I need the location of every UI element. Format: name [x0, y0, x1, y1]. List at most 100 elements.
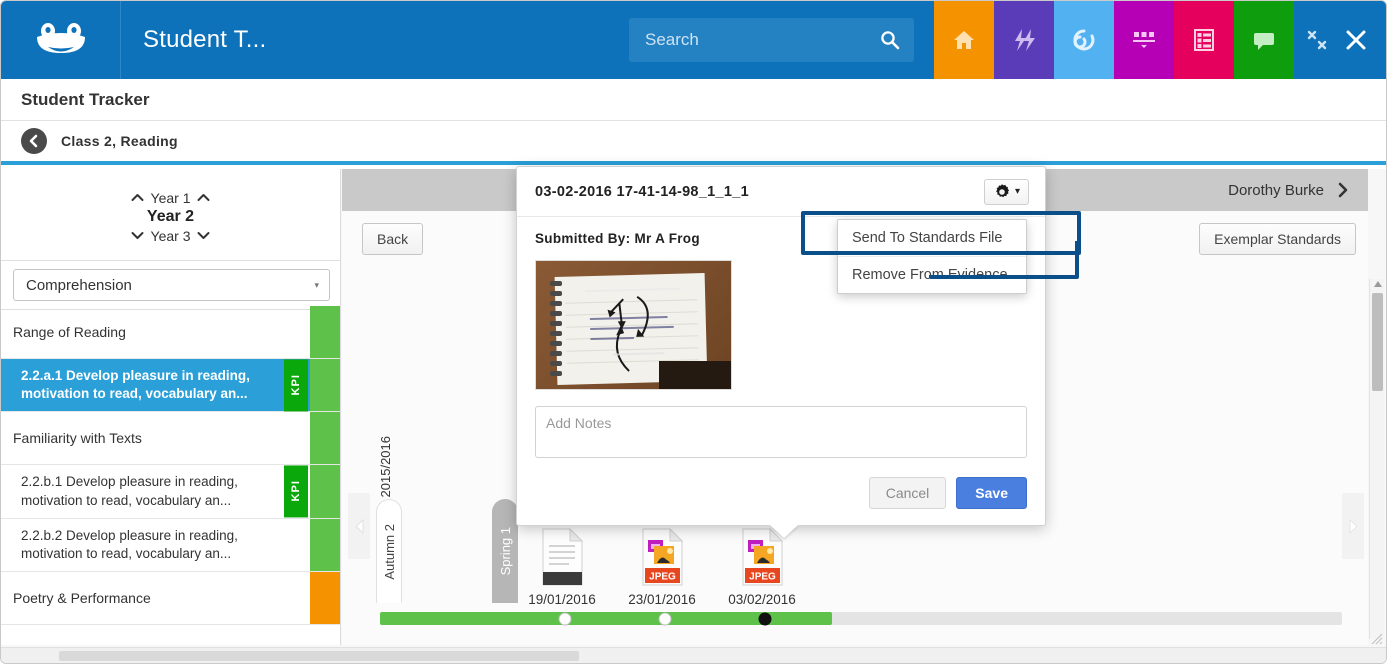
svg-text:JPEG: JPEG: [649, 572, 676, 583]
evidence-item[interactable]: 19/01/2016: [514, 520, 610, 607]
apps-icon: [1133, 32, 1155, 48]
popup-title: 03-02-2016 17-41-14-98_1_1_1: [535, 183, 749, 200]
horizontal-scrollbar[interactable]: [1, 647, 1386, 663]
cancel-button[interactable]: Cancel: [868, 477, 947, 509]
lightning-icon-button[interactable]: [994, 1, 1054, 79]
standards-panel: Year 1 Year 2 Year 3 Comprehension ▾ Ran…: [1, 169, 341, 645]
right-arrow-icon: [1349, 518, 1358, 534]
gear-icon-button[interactable]: ▾: [983, 178, 1029, 205]
home-icon-button[interactable]: [934, 1, 994, 79]
gear-dropdown-menu[interactable]: Send To Standards File Remove From Evide…: [837, 219, 1027, 294]
app-title: Student T...: [143, 26, 267, 53]
jpeg-file-icon: JPEG: [614, 520, 710, 586]
apps-icon-button[interactable]: [1114, 1, 1174, 79]
notebook-photo-thumbnail[interactable]: [535, 260, 732, 390]
horizontal-scrollbar-thumb[interactable]: [59, 651, 579, 661]
standard-label: 2.2.a.1 Develop pleasure in reading, mot…: [21, 368, 250, 402]
status-indicator[interactable]: [310, 359, 340, 412]
timeline-track[interactable]: [380, 612, 1342, 625]
scroll-up-icon[interactable]: [1374, 281, 1382, 287]
standard-group-row[interactable]: Familiarity with Texts: [1, 412, 340, 466]
standard-row[interactable]: 2.2.b.2 Develop pleasure in reading, mot…: [1, 518, 340, 573]
chevron-up-icon: [197, 194, 210, 201]
breadcrumb: Class 2, Reading: [1, 121, 1386, 165]
status-indicator[interactable]: [310, 518, 340, 572]
evidence-date: 03/02/2016: [728, 592, 796, 607]
top-navigation-bar: Student T...: [1, 1, 1386, 79]
svg-text:JPEG: JPEG: [749, 572, 776, 583]
chevron-right-icon[interactable]: [1336, 182, 1350, 198]
subject-select[interactable]: Comprehension ▾: [13, 269, 330, 301]
back-button[interactable]: Back: [362, 223, 424, 255]
save-button[interactable]: Save: [956, 477, 1027, 509]
page-header: Student Tracker: [1, 79, 1386, 121]
minimize-icon[interactable]: [1306, 29, 1328, 51]
close-icon[interactable]: [1344, 28, 1368, 52]
chevron-down-icon: [197, 232, 210, 239]
exemplar-standards-button[interactable]: Exemplar Standards: [1199, 223, 1356, 255]
vertical-scrollbar-thumb[interactable]: [1372, 293, 1383, 391]
spiral-binding-icon: [550, 281, 562, 376]
term-tab-label: Autumn 2: [381, 523, 397, 580]
subject-select-value: Comprehension: [26, 276, 132, 294]
timeline-dot[interactable]: [558, 612, 572, 625]
status-indicator[interactable]: [310, 412, 340, 465]
year-prev-label: Year 1: [150, 189, 191, 206]
year-current-label: Year 2: [146, 207, 195, 225]
vertical-scrollbar[interactable]: [1369, 279, 1384, 639]
refresh-icon: [1073, 29, 1095, 51]
chevron-down-icon: [131, 232, 144, 239]
standard-label: 2.2.b.1 Develop pleasure in reading, mot…: [21, 474, 238, 508]
chat-icon-button[interactable]: [1234, 1, 1294, 79]
chevron-down-icon: ▾: [1014, 186, 1020, 197]
application-window: Student T... Search Student Tracker Clas…: [0, 0, 1387, 664]
standard-group-row[interactable]: Poetry & Performance: [1, 572, 340, 626]
timeline-dot-active[interactable]: [758, 612, 772, 625]
standard-row-selected[interactable]: 2.2.a.1 Develop pleasure in reading, mot…: [1, 359, 340, 413]
back-arrow-icon[interactable]: [21, 128, 47, 154]
menu-item-send-to-standards-file[interactable]: Send To Standards File: [838, 220, 1026, 256]
status-indicator[interactable]: [310, 465, 340, 518]
chevron-up-icon: [131, 194, 144, 201]
status-indicator[interactable]: [310, 572, 340, 625]
thumbnail-shadow: [659, 361, 731, 389]
popup-actions: Cancel Save: [517, 463, 1045, 509]
evidence-item[interactable]: JPEG 23/01/2016: [614, 520, 710, 607]
document-file-icon: [514, 520, 610, 586]
home-icon: [954, 31, 974, 49]
chevron-down-icon: ▾: [314, 279, 319, 290]
year-next-button[interactable]: Year 3: [131, 228, 211, 244]
kpi-badge: KPI: [284, 359, 308, 412]
timeline-next-button[interactable]: [1342, 493, 1364, 559]
standard-label: Poetry & Performance: [13, 589, 151, 606]
menu-item-remove-from-evidence[interactable]: Remove From Evidence: [838, 256, 1026, 293]
nav-icon-group: [934, 1, 1386, 79]
kpi-badge: KPI: [284, 465, 308, 518]
timeline-prev-button[interactable]: [348, 493, 370, 559]
resize-grip-icon[interactable]: [1371, 633, 1383, 645]
window-controls: [1294, 1, 1386, 79]
search-input[interactable]: [629, 30, 914, 50]
timeline-dot[interactable]: [658, 612, 672, 625]
term-tab-autumn-2[interactable]: Autumn 2: [376, 499, 402, 603]
standard-group-row[interactable]: Range of Reading: [1, 306, 340, 359]
chat-icon: [1254, 33, 1274, 50]
lightning-icon: [1015, 29, 1035, 51]
evidence-date: 23/01/2016: [628, 592, 696, 607]
left-arrow-icon: [354, 518, 363, 534]
list-icon-button[interactable]: [1174, 1, 1234, 79]
logo-cell[interactable]: [1, 1, 121, 79]
standards-list[interactable]: Range of Reading 2.2.a.1 Develop pleasure…: [1, 306, 340, 645]
status-indicator[interactable]: [310, 306, 340, 358]
refresh-icon-button[interactable]: [1054, 1, 1114, 79]
search-area: [266, 1, 934, 79]
standard-row[interactable]: 2.2.b.1 Develop pleasure in reading, mot…: [1, 465, 340, 519]
add-notes-input[interactable]: [535, 406, 1027, 458]
popup-header: 03-02-2016 17-41-14-98_1_1_1 ▾: [517, 167, 1045, 217]
search-box[interactable]: [629, 18, 914, 62]
year-next-label: Year 3: [150, 227, 191, 244]
page-title: Student Tracker: [21, 89, 150, 109]
year-prev-button[interactable]: Year 1: [131, 190, 211, 206]
frog-logo-icon: [36, 23, 85, 53]
back-chevron-icon: [29, 134, 38, 148]
